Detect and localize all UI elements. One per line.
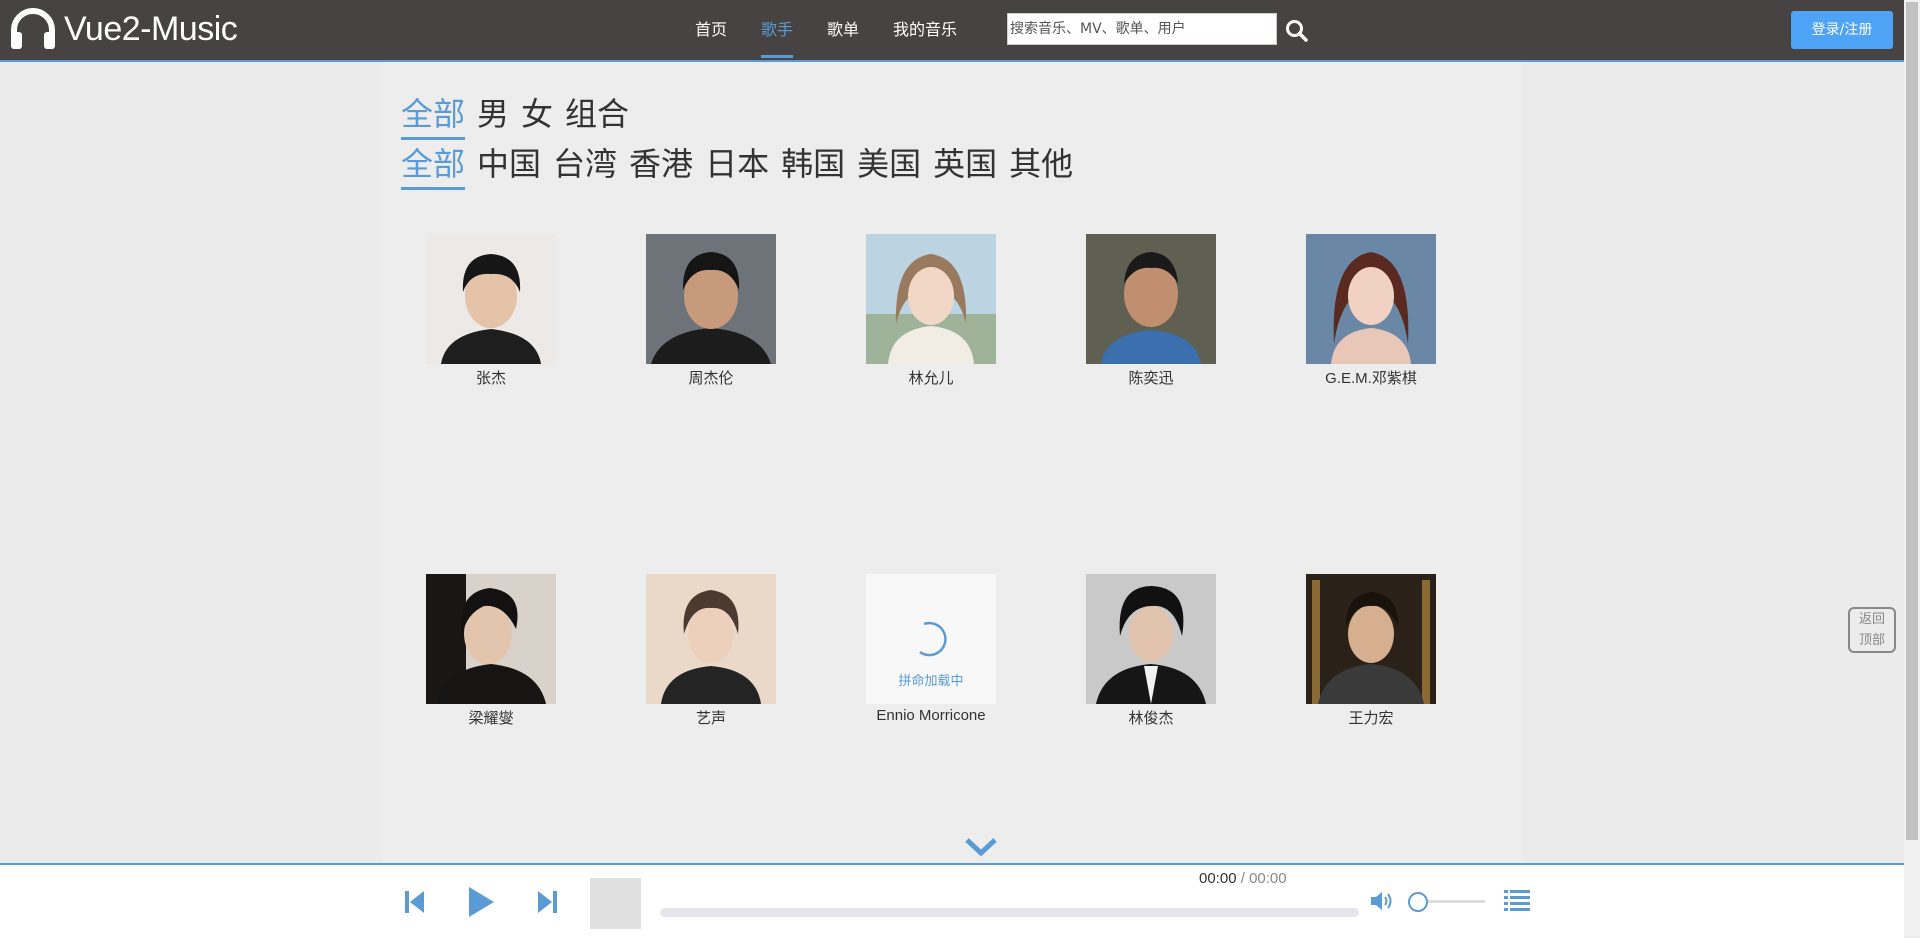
artist-card[interactable]: 王力宏 [1306, 574, 1436, 728]
artist-card[interactable]: 林允儿 [866, 234, 996, 388]
filter-gender-all[interactable]: 全部 [401, 92, 466, 140]
app-logo[interactable]: Vue2-Music [8, 6, 238, 52]
artist-avatar [1306, 234, 1436, 364]
filter-gender-group[interactable]: 组合 [565, 92, 629, 140]
artist-name: 林允儿 [908, 370, 954, 387]
filter-region-japan[interactable]: 日本 [705, 142, 769, 190]
artist-name: 梁耀燮 [468, 710, 514, 727]
artist-avatar [1306, 574, 1436, 704]
artist-card[interactable]: 艺声 [646, 574, 776, 728]
filter-gender-male[interactable]: 男 [477, 92, 509, 140]
region-filter: 全部 中国 台湾 香港 日本 韩国 美国 英国 其他 [401, 142, 1085, 190]
play-icon[interactable] [466, 885, 496, 919]
login-register-button[interactable]: 登录/注册 [1791, 11, 1893, 49]
artist-name: 艺声 [695, 710, 726, 727]
artist-card[interactable]: 周杰伦 [646, 234, 776, 388]
artist-card[interactable]: 拼命加载中 Ennio Morricone [866, 574, 996, 724]
artist-list-panel: 全部 男 女 组合 全部 中国 台湾 香港 日本 韩国 美国 英国 其他 张杰 [381, 62, 1522, 864]
time-display: 00:00 / 00:00 [1199, 870, 1287, 887]
artist-name: G.E.M.邓紫棋 [1325, 370, 1417, 387]
nav-my-music[interactable]: 我的音乐 [893, 0, 957, 58]
artist-name: 陈奕迅 [1128, 370, 1174, 387]
loading-text: 拼命加载中 [898, 674, 964, 689]
artist-avatar [866, 234, 996, 364]
filter-region-all[interactable]: 全部 [401, 142, 466, 190]
top-navbar: Vue2-Music 首页 歌手 歌单 我的音乐 登录/注册 [0, 0, 1904, 62]
filter-region-usa[interactable]: 美国 [857, 142, 921, 190]
back-to-top-line2: 顶部 [1858, 633, 1885, 648]
artist-name: 林俊杰 [1128, 710, 1174, 727]
album-cover-placeholder [590, 878, 641, 929]
artist-name: Ennio Morricone [876, 707, 986, 724]
back-to-top-line1: 返回 [1858, 612, 1885, 627]
filter-region-other[interactable]: 其他 [1009, 142, 1073, 190]
chevron-down-icon[interactable] [964, 836, 998, 858]
search-icon[interactable] [1284, 18, 1310, 44]
filter-region-korea[interactable]: 韩国 [781, 142, 845, 190]
playback-progress-bar[interactable] [660, 908, 1359, 917]
artist-avatar [426, 234, 556, 364]
main-nav: 首页 歌手 歌单 我的音乐 [695, 0, 991, 60]
total-time: 00:00 [1249, 870, 1287, 887]
artist-avatar [426, 574, 556, 704]
artist-card[interactable]: 梁耀燮 [426, 574, 556, 728]
back-to-top-button[interactable]: 返回 顶部 [1848, 607, 1896, 653]
time-separator: / [1236, 870, 1250, 887]
current-time: 00:00 [1199, 870, 1237, 887]
logo-text: Vue2-Music [64, 9, 238, 48]
nav-playlists[interactable]: 歌单 [827, 0, 859, 58]
next-icon[interactable] [536, 889, 558, 915]
artist-card[interactable]: G.E.M.邓紫棋 [1306, 234, 1436, 388]
artist-avatar [646, 234, 776, 364]
music-player-bar: 00:00 / 00:00 [0, 863, 1904, 938]
artist-card[interactable]: 张杰 [426, 234, 556, 388]
artist-card[interactable]: 陈奕迅 [1086, 234, 1216, 388]
scrollbar-thumb[interactable] [1906, 2, 1918, 840]
artist-name: 张杰 [475, 370, 506, 387]
headphones-icon [11, 8, 55, 49]
volume-slider-knob[interactable] [1408, 892, 1428, 912]
artist-avatar-loading: 拼命加载中 [866, 574, 996, 704]
filter-gender-female[interactable]: 女 [521, 92, 553, 140]
search-input[interactable] [1007, 13, 1277, 45]
artist-avatar [646, 574, 776, 704]
artist-avatar [1086, 574, 1216, 704]
artist-name: 周杰伦 [688, 370, 734, 387]
playlist-icon[interactable] [1504, 889, 1530, 911]
filter-region-china[interactable]: 中国 [477, 142, 541, 190]
filter-region-hongkong[interactable]: 香港 [629, 142, 693, 190]
artist-avatar [1086, 234, 1216, 364]
nav-home[interactable]: 首页 [695, 0, 727, 58]
artist-card[interactable]: 林俊杰 [1086, 574, 1216, 728]
gender-filter: 全部 男 女 组合 [401, 92, 641, 140]
artist-name: 王力宏 [1348, 710, 1394, 727]
filter-region-uk[interactable]: 英国 [933, 142, 997, 190]
volume-icon[interactable] [1370, 890, 1394, 912]
nav-artists[interactable]: 歌手 [761, 0, 794, 58]
filter-region-taiwan[interactable]: 台湾 [553, 142, 617, 190]
page-scrollbar[interactable] [1904, 0, 1920, 936]
prev-icon[interactable] [404, 889, 426, 915]
